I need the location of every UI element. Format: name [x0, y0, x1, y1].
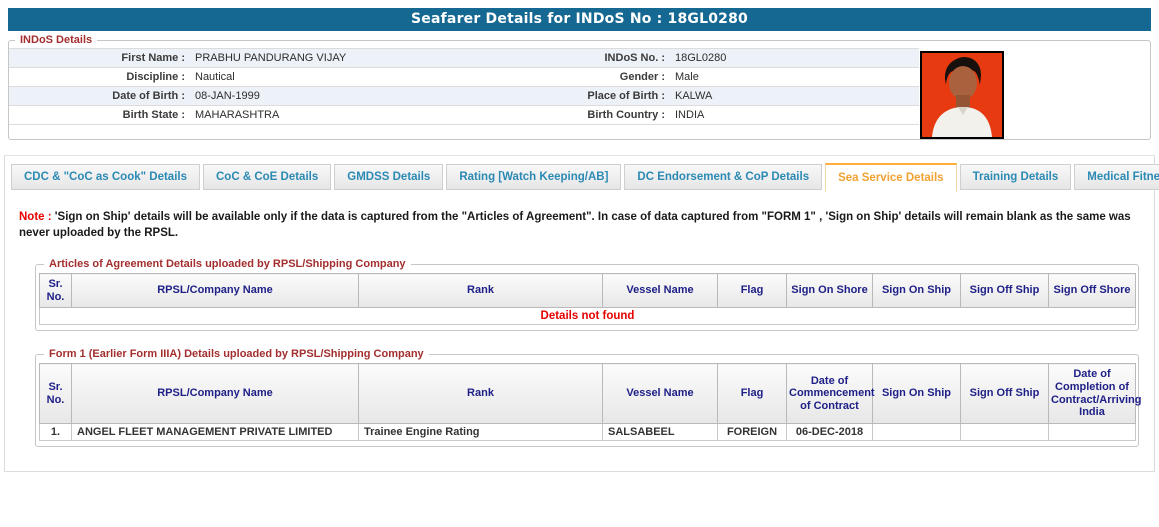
- field-label: Place of Birth :: [587, 90, 665, 102]
- seafarer-photo-image: [922, 53, 1002, 137]
- column-header: Flag: [717, 363, 787, 424]
- tab-cdc-coc-as-cook-details[interactable]: CDC & "CoC as Cook" Details: [11, 164, 200, 190]
- column-header: Date of Commencement of Contract: [786, 363, 875, 424]
- field-value: Male: [675, 71, 699, 83]
- indos-row: Discipline : Nautical Gender : Male: [9, 68, 919, 87]
- table-cell: 06-DEC-2018: [786, 422, 873, 441]
- indos-row: First Name : PRABHU PANDURANG VIJAY INDoS …: [9, 49, 919, 68]
- face-shape: [949, 66, 977, 100]
- field-label: Birth State :: [122, 109, 185, 121]
- form1-section: Form 1 (Earlier Form IIIA) Details uploa…: [35, 348, 1141, 447]
- articles-of-agreement-section: Articles of Agreement Details uploaded b…: [35, 258, 1139, 332]
- empty-message: Details not found: [39, 307, 1136, 326]
- field-value: MAHARASHTRA: [195, 109, 280, 121]
- column-header: Sign Off Shore: [1048, 273, 1136, 309]
- field-value: Nautical: [195, 71, 235, 83]
- field-label: INDoS No. :: [604, 52, 666, 64]
- indos-row: Birth State : MAHARASHTRA Birth Country : I…: [9, 106, 919, 125]
- page-title: Seafarer Details for INDoS No : 18GL0280: [8, 8, 1151, 31]
- table-header-row: Sr. No. RPSL/Company Name Rank Vessel Name F…: [39, 363, 1141, 424]
- column-header: Date of Completion of Contract/Arriving …: [1048, 363, 1141, 424]
- column-header: Sign Off Ship: [960, 363, 1049, 424]
- field-value: PRABHU PANDURANG VIJAY: [195, 52, 347, 64]
- note-body: 'Sign on Ship' details will be available…: [19, 211, 1131, 239]
- field-label: Discipline :: [126, 71, 185, 83]
- field-label: Gender :: [619, 71, 665, 83]
- indos-row: Date of Birth : 08-JAN-1999 Place of Birth…: [9, 87, 919, 106]
- column-header: Sign Off Ship: [960, 273, 1049, 309]
- field-label: Date of Birth :: [112, 90, 185, 102]
- articles-of-agreement-table: Sr. No. RPSL/Company Name Rank Vessel Name F…: [39, 273, 1136, 326]
- table-row: 1. ANGEL FLEET MANAGEMENT PRIVATE LIMITED…: [39, 422, 1136, 441]
- table-cell: SALSABEEL: [602, 422, 718, 441]
- tab-medical-fitness-certificate[interactable]: Medical Fitness Certificate: [1074, 164, 1159, 190]
- column-header: RPSL/Company Name: [71, 363, 359, 424]
- column-header: Sr. No.: [39, 273, 72, 309]
- neck-shape: [956, 95, 970, 109]
- tab-training-details[interactable]: Training Details: [959, 164, 1072, 190]
- tab-bar: CDC & "CoC as Cook" Details CoC & CoE Det…: [5, 156, 1159, 192]
- column-header: Flag: [717, 273, 787, 309]
- empty-message-row: Details not found: [39, 307, 1136, 326]
- column-header: RPSL/Company Name: [71, 273, 359, 309]
- table-cell: 1.: [39, 422, 72, 441]
- table-header-row: Sr. No. RPSL/Company Name Rank Vessel Name F…: [39, 273, 1136, 309]
- tab-gmdss-details[interactable]: GMDSS Details: [334, 164, 444, 190]
- column-header: Sign On Shore: [786, 273, 873, 309]
- column-header: Sign On Ship: [872, 273, 961, 309]
- table-cell: [960, 422, 1049, 441]
- content-panel: CDC & "CoC as Cook" Details CoC & CoE Det…: [4, 155, 1159, 472]
- table-cell: [1048, 422, 1136, 441]
- form1-legend: Form 1 (Earlier Form IIIA) Details uploa…: [49, 348, 424, 361]
- table-cell: FOREIGN: [717, 422, 787, 441]
- field-value: 08-JAN-1999: [195, 90, 260, 102]
- field-label: First Name :: [121, 52, 185, 64]
- column-header: Rank: [358, 363, 603, 424]
- indos-details-body: First Name : PRABHU PANDURANG VIJAY INDoS …: [9, 48, 1150, 139]
- column-header: Sr. No.: [39, 363, 72, 424]
- form1-table: Sr. No. RPSL/Company Name Rank Vessel Name F…: [39, 363, 1141, 441]
- column-header: Vessel Name: [602, 273, 718, 309]
- note-label: Note :: [19, 211, 52, 223]
- table-cell: Trainee Engine Rating: [358, 422, 603, 441]
- column-header: Sign On Ship: [872, 363, 961, 424]
- indos-details-section: INDoS Details First Name : PRABHU PANDURA…: [8, 34, 1151, 140]
- tab-dc-endorsement-cop-details[interactable]: DC Endorsement & CoP Details: [624, 164, 823, 190]
- field-value: INDIA: [675, 109, 705, 121]
- note-text: Note : 'Sign on Ship' details will be av…: [19, 210, 1138, 241]
- articles-of-agreement-legend: Articles of Agreement Details uploaded b…: [49, 258, 406, 271]
- table-cell: [872, 422, 961, 441]
- column-header: Vessel Name: [602, 363, 718, 424]
- seafarer-photo: [920, 51, 1004, 139]
- tab-coc-coe-details[interactable]: CoC & CoE Details: [203, 164, 332, 190]
- column-header: Rank: [358, 273, 603, 309]
- tab-sea-service-details[interactable]: Sea Service Details: [825, 163, 957, 192]
- field-value: 18GL0280: [675, 52, 727, 64]
- field-value: KALWA: [675, 90, 713, 102]
- tab-rating-watch-keeping-ab[interactable]: Rating [Watch Keeping/AB]: [446, 164, 622, 190]
- table-cell: ANGEL FLEET MANAGEMENT PRIVATE LIMITED: [71, 422, 359, 441]
- indos-details-legend: INDoS Details: [20, 34, 93, 46]
- field-label: Birth Country :: [587, 109, 665, 121]
- indos-rows: First Name : PRABHU PANDURANG VIJAY INDoS …: [9, 48, 919, 125]
